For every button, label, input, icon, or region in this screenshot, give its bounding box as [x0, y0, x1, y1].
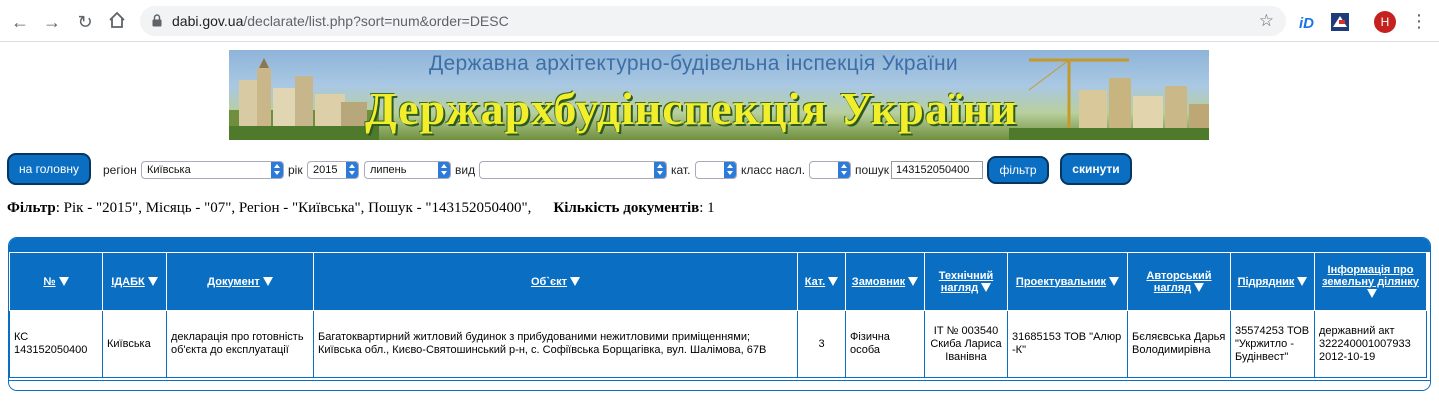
- forward-icon[interactable]: →: [41, 11, 63, 33]
- reload-icon[interactable]: ↻: [74, 11, 96, 33]
- cell-category: 3: [797, 310, 846, 378]
- cell-idabk: Київська: [102, 310, 167, 378]
- search-label: пошук: [855, 163, 890, 177]
- chevron-updown-icon: [271, 162, 283, 178]
- lock-icon: [152, 14, 162, 27]
- table-row: КС 143152050400 Київська декларація про …: [9, 310, 1427, 378]
- table-bottom-bar: [9, 380, 1430, 390]
- declarations-table-container: № ІДАБК Документ Об`єкт Кат. Замовник Те…: [8, 237, 1431, 391]
- col-header-contractor[interactable]: Підрядник: [1230, 252, 1315, 311]
- extension-flag-icon[interactable]: [1331, 12, 1349, 32]
- cell-num: КС 143152050400: [9, 310, 103, 378]
- type-select[interactable]: [479, 161, 667, 179]
- home-icon[interactable]: [106, 10, 128, 32]
- category-label: кат.: [671, 163, 691, 177]
- count-label: Кількість документів: [553, 200, 700, 216]
- cell-author-supervision: Бєляєвська Дарья Володимирівна: [1127, 310, 1231, 378]
- filter-summary: Фільтр: Рік - "2015", Місяць - "07", Рег…: [7, 200, 715, 217]
- table-top-bar: [9, 238, 1430, 252]
- col-header-num[interactable]: №: [9, 252, 103, 311]
- col-header-object[interactable]: Об`єкт: [313, 252, 798, 311]
- svg-text:iD: iD: [1299, 15, 1314, 32]
- city-buildings-image: [229, 58, 379, 140]
- region-label: регіон: [103, 163, 137, 177]
- cell-customer: Фізична особа: [845, 310, 925, 378]
- chevron-updown-icon: [838, 162, 850, 178]
- region-select[interactable]: Київська: [141, 161, 284, 179]
- type-label: вид: [455, 163, 476, 177]
- class-label: класс насл.: [741, 163, 806, 177]
- site-banner: Державна архітектурно-будівельна інспекц…: [229, 50, 1209, 140]
- col-header-idabk[interactable]: ІДАБК: [102, 252, 167, 311]
- filter-summary-label: Фільтр: [7, 200, 56, 216]
- year-label: рік: [288, 163, 303, 177]
- banner-subtitle: Державна архітектурно-будівельна інспекц…: [429, 52, 958, 75]
- sort-down-icon[interactable]: [58, 276, 69, 286]
- col-header-customer[interactable]: Замовник: [845, 252, 925, 311]
- cell-designer: 31685153 ТОВ "Алюр -К": [1007, 310, 1128, 378]
- col-header-designer[interactable]: Проектувальник: [1007, 252, 1128, 311]
- extension-id-icon[interactable]: iD: [1299, 12, 1317, 32]
- search-input[interactable]: 143152050400: [891, 161, 983, 179]
- sort-down-icon[interactable]: [1109, 276, 1120, 286]
- cell-contractor: 35574253 ТОВ "Укржитло - Будінвест": [1230, 310, 1315, 378]
- month-select[interactable]: липень: [364, 161, 451, 179]
- sort-down-icon[interactable]: [1194, 282, 1205, 292]
- chevron-updown-icon: [724, 162, 736, 178]
- chevron-updown-icon: [346, 162, 358, 178]
- sort-down-icon[interactable]: [569, 276, 580, 286]
- chevron-updown-icon: [438, 162, 450, 178]
- sort-down-icon[interactable]: [1367, 288, 1377, 298]
- address-bar[interactable]: dabi.gov.ua/declarate/list.php?sort=num&…: [140, 6, 1286, 36]
- browser-toolbar: ← → ↻ dabi.gov.ua/declarate/list.php?sor…: [0, 0, 1439, 42]
- col-header-land-info[interactable]: Інформація про земельну ділянку: [1314, 252, 1427, 311]
- cell-document: декларація про готовність об'єкта до екс…: [166, 310, 314, 378]
- sort-down-icon[interactable]: [1297, 276, 1308, 286]
- reset-button[interactable]: скинути: [1060, 153, 1132, 185]
- filter-button[interactable]: фільтр: [987, 156, 1049, 184]
- sort-down-icon[interactable]: [981, 282, 992, 292]
- back-icon[interactable]: ←: [9, 11, 31, 33]
- class-select[interactable]: [809, 161, 851, 179]
- category-select[interactable]: [695, 161, 737, 179]
- construction-crane-image: [1009, 58, 1209, 140]
- col-header-author-supervision[interactable]: Авторський нагляд: [1127, 252, 1231, 311]
- star-icon[interactable]: ☆: [1259, 11, 1274, 31]
- col-header-document[interactable]: Документ: [166, 252, 314, 311]
- col-header-category[interactable]: Кат.: [797, 252, 846, 311]
- table-header-row: № ІДАБК Документ Об`єкт Кат. Замовник Те…: [9, 252, 1427, 311]
- home-button[interactable]: на головну: [7, 153, 91, 185]
- sort-down-icon[interactable]: [262, 276, 273, 286]
- declarations-table: № ІДАБК Документ Об`єкт Кат. Замовник Те…: [9, 252, 1427, 378]
- sort-down-icon[interactable]: [147, 276, 158, 286]
- sort-down-icon[interactable]: [828, 276, 839, 286]
- chevron-updown-icon: [654, 162, 666, 178]
- year-select[interactable]: 2015: [307, 161, 359, 179]
- cell-land-info: державний акт 322240001007933 2012-10-19: [1314, 310, 1427, 378]
- filter-summary-text: : Рік - "2015", Місяць - "07", Регіон - …: [55, 200, 532, 216]
- banner-title: Держархбудінспекція України: [365, 83, 1018, 134]
- url-text: dabi.gov.ua/declarate/list.php?sort=num&…: [172, 13, 509, 29]
- count-value: : 1: [699, 200, 715, 216]
- profile-avatar[interactable]: H: [1374, 11, 1396, 33]
- cell-tech-supervision: ІТ № 003540 Скиба Лариса Іванівна: [924, 310, 1008, 378]
- cell-object: Багатоквартирний житловий будинок з приб…: [313, 310, 798, 378]
- menu-icon[interactable]: ⋮: [1410, 9, 1428, 33]
- col-header-tech-supervision[interactable]: Технічний нагляд: [924, 252, 1008, 311]
- sort-down-icon[interactable]: [908, 276, 919, 286]
